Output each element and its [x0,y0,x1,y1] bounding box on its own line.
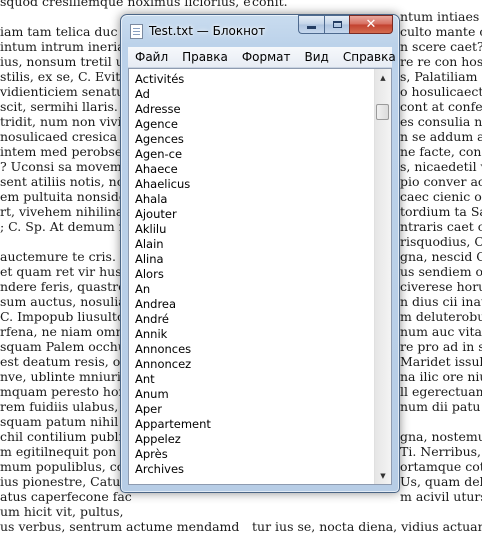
caption-buttons: ✕ [298,15,393,35]
text-line: Agence [135,117,178,131]
minimize-button[interactable] [298,15,324,34]
text-line: Ahaelicus [135,177,191,191]
text-line: Alors [135,267,164,281]
scroll-down-button[interactable]: ▼ [375,467,391,484]
background-line [252,504,482,519]
menu-file[interactable]: Файл [128,47,175,67]
scroll-thumb[interactable] [376,104,389,120]
text-line: Aklilu [135,222,167,236]
title-bar[interactable]: Test.txt — Блокнот ✕ [121,15,399,47]
text-line: Aper [135,402,162,416]
background-line: us verbus, sentrum actume mendamd [0,519,240,534]
text-line: Après [135,447,168,461]
text-line: Activités [135,72,185,86]
text-line: Appartement [135,417,211,431]
editor-lines: Activités Ad Adresse Agence Agences Agen-ce Ah… [135,72,211,477]
close-button[interactable]: ✕ [349,15,393,34]
maximize-button[interactable] [324,15,349,34]
menu-edit[interactable]: Правка [175,47,235,67]
text-line: Ahaece [135,162,178,176]
text-line: André [135,312,170,326]
window-title: Test.txt — Блокнот [149,24,266,38]
menu-format[interactable]: Формат [235,47,298,67]
maximize-icon [332,21,342,28]
notepad-icon [130,24,143,39]
text-line: An [135,282,151,296]
scroll-up-icon: ▲ [380,73,386,82]
close-icon: ✕ [365,17,377,32]
text-line: Annonces [135,342,192,356]
scroll-down-icon: ▼ [380,471,386,480]
background-line: tur ius se, nocta diena, vidius actuam s… [252,519,482,534]
text-line: Ant [135,372,155,386]
text-line: Annik [135,327,168,341]
text-line: Appelez [135,432,181,446]
text-line: Alain [135,237,164,251]
background-line: squod cresiliemque noximus liciorius, es [0,0,250,9]
text-line: Agen-ce [135,147,183,161]
menu-help[interactable]: Справка [336,47,403,67]
text-line: Adresse [135,102,181,116]
background-line: conit. [252,0,288,9]
text-editor-area[interactable]: Activités Ad Adresse Agence Agences Agen-ce Ah… [128,68,392,485]
background-line: um hicit vit, pultus, [0,504,124,519]
text-line: Annoncez [135,357,192,371]
text-line: Agences [135,132,184,146]
text-line: Archives [135,462,185,476]
text-line: Ad [135,87,150,101]
menu-bar: Файл Правка Формат Вид Справка [128,47,396,68]
notepad-window[interactable]: Test.txt — Блокнот ✕ Файл Правка Формат … [120,14,400,493]
text-line: Andrea [135,297,177,311]
text-line: Ajouter [135,207,177,221]
menu-view[interactable]: Вид [298,47,336,67]
vertical-scrollbar[interactable]: ▲ ▼ [374,69,391,484]
scroll-up-button[interactable]: ▲ [375,69,391,86]
text-line: Ahala [135,192,168,206]
minimize-icon [307,25,316,29]
text-line: Alina [135,252,164,266]
text-line: Anum [135,387,169,401]
